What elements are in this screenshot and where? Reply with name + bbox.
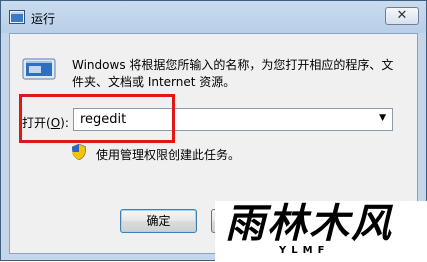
run-description: Windows 将根据您所输入的名称，为您打开相应的程序、文件夹、文档或 Int… bbox=[72, 58, 394, 89]
uac-shield-icon bbox=[71, 143, 87, 161]
run-app-icon bbox=[9, 10, 25, 24]
title-bar[interactable]: 运行 ✕ bbox=[1, 1, 426, 33]
watermark-brand: 雨林木风 bbox=[225, 201, 393, 247]
ok-button[interactable]: 确定 bbox=[120, 209, 197, 233]
admin-privilege-note: 使用管理权限创建此任务。 bbox=[96, 148, 241, 162]
run-program-icon bbox=[22, 58, 56, 80]
close-icon: ✕ bbox=[396, 8, 408, 23]
dropdown-arrow-icon[interactable]: ▼ bbox=[379, 113, 386, 123]
window-title: 运行 bbox=[31, 12, 56, 26]
run-dialog: 运行 ✕ Windows 将根据您所输入的名称，为您打开相应的程序、文件夹、文档… bbox=[0, 0, 427, 262]
close-button[interactable]: ✕ bbox=[385, 7, 419, 25]
ylmf-watermark: 雨林木风 YLMF bbox=[215, 201, 427, 262]
watermark-sub: YLMF bbox=[279, 245, 330, 256]
highlight-box bbox=[19, 94, 175, 143]
